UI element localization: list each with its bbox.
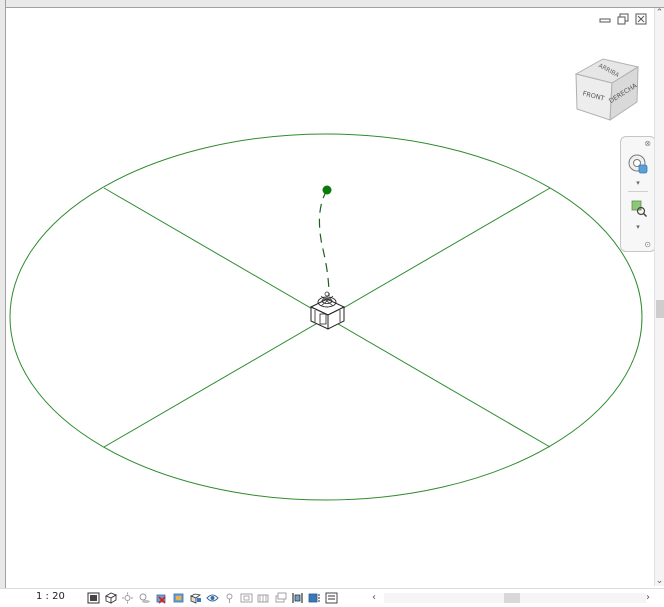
crop-view-icon[interactable] bbox=[154, 591, 168, 604]
view-control-bar: 1 : 20 ‹ › bbox=[0, 588, 664, 607]
horizontal-scrollbar[interactable] bbox=[384, 593, 646, 603]
window-controls bbox=[598, 12, 648, 26]
viewcube[interactable]: ARRIBA FRONT DERECHA bbox=[572, 52, 642, 132]
analysis-display-icon[interactable] bbox=[256, 591, 270, 604]
scroll-up-icon[interactable]: ⌃ bbox=[655, 8, 664, 18]
zoom-region-icon[interactable] bbox=[627, 197, 649, 219]
sun-arc-dashed bbox=[318, 189, 330, 297]
shadows-icon[interactable] bbox=[137, 591, 151, 604]
view-frame-left bbox=[0, 0, 6, 606]
horizontal-scroll-thumb[interactable] bbox=[504, 593, 520, 603]
scroll-down-icon[interactable]: ⌄ bbox=[655, 576, 664, 586]
reveal-hidden-icon[interactable] bbox=[222, 591, 236, 604]
scroll-right-icon[interactable]: › bbox=[646, 592, 650, 603]
navbar-options-icon[interactable]: ⊙ bbox=[644, 240, 651, 249]
visual-style-icon[interactable] bbox=[103, 591, 117, 604]
unlock-3d-icon[interactable] bbox=[188, 591, 202, 604]
temporary-view-properties-icon[interactable] bbox=[239, 591, 253, 604]
vertical-scrollbar[interactable]: ⌃ ⌄ bbox=[654, 8, 664, 586]
constraints-icon[interactable] bbox=[290, 591, 304, 604]
navbar-separator bbox=[628, 191, 648, 192]
navigation-bar: ⊗ ▾ ▾ ⊙ bbox=[620, 136, 656, 252]
vertical-scroll-thumb[interactable] bbox=[656, 300, 664, 318]
steering-wheel-icon[interactable] bbox=[627, 153, 649, 175]
temporary-hide-icon[interactable] bbox=[205, 591, 219, 604]
view-frame-top bbox=[0, 0, 664, 8]
detail-level-icon[interactable] bbox=[86, 591, 100, 604]
view-properties-icon[interactable] bbox=[324, 591, 338, 604]
drawing-canvas[interactable] bbox=[0, 0, 664, 606]
sun-path-icon[interactable] bbox=[120, 591, 134, 604]
highlight-displacement-icon[interactable] bbox=[273, 591, 287, 604]
navbar-close-icon[interactable]: ⊗ bbox=[644, 139, 651, 148]
view-control-tools bbox=[86, 591, 338, 604]
close-icon[interactable] bbox=[634, 12, 648, 26]
sun-point[interactable] bbox=[322, 185, 332, 195]
view-scale[interactable]: 1 : 20 bbox=[36, 591, 65, 602]
worksharing-icon[interactable] bbox=[307, 591, 321, 604]
scroll-left-icon[interactable]: ‹ bbox=[372, 592, 376, 603]
3d-view-window: ARRIBA FRONT DERECHA ⊗ ▾ ▾ ⊙ ⌃ ⌄ 1: 20 … bbox=[0, 0, 664, 607]
center-model-object[interactable] bbox=[309, 291, 346, 330]
restore-icon[interactable] bbox=[616, 12, 630, 26]
show-crop-icon[interactable] bbox=[171, 591, 185, 604]
steering-wheel-dropdown-icon[interactable]: ▾ bbox=[634, 179, 642, 187]
zoom-dropdown-icon[interactable]: ▾ bbox=[634, 223, 642, 231]
minimize-icon[interactable] bbox=[598, 12, 612, 26]
